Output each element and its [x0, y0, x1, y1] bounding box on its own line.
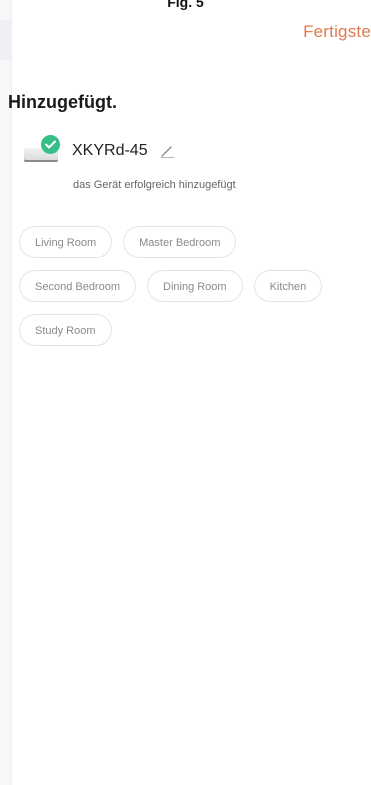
room-chip-master-bedroom[interactable]: Master Bedroom — [123, 226, 237, 258]
room-chip-second-bedroom[interactable]: Second Bedroom — [19, 270, 136, 302]
device-row: XKYRd-45 — [24, 133, 176, 169]
room-chip-study-room[interactable]: Study Room — [19, 314, 112, 346]
room-chip-living-room[interactable]: Living Room — [19, 226, 113, 258]
edit-pencil-icon[interactable] — [158, 142, 176, 160]
check-icon — [41, 135, 60, 154]
room-row: Study Room — [19, 314, 371, 346]
figure-label: Fig. 5 — [167, 0, 204, 10]
left-edge-shade — [0, 20, 11, 60]
room-row: Living Room Master Bedroom — [19, 226, 371, 258]
left-edge-panel — [0, 0, 12, 785]
section-title: Hinzugefügt. — [8, 92, 117, 112]
done-button[interactable]: Fertigste — [303, 22, 371, 42]
room-chip-dining-room[interactable]: Dining Room — [147, 270, 243, 302]
device-status-text: das Gerät erfolgreich hinzugefügt — [73, 179, 236, 191]
room-chip-list: Living Room Master Bedroom Second Bedroo… — [19, 226, 371, 358]
device-name: XKYRd-45 — [72, 142, 148, 159]
room-chip-kitchen[interactable]: Kitchen — [253, 270, 323, 302]
device-image — [24, 133, 62, 169]
room-row: Second Bedroom Dining Room Kitchen — [19, 270, 371, 302]
